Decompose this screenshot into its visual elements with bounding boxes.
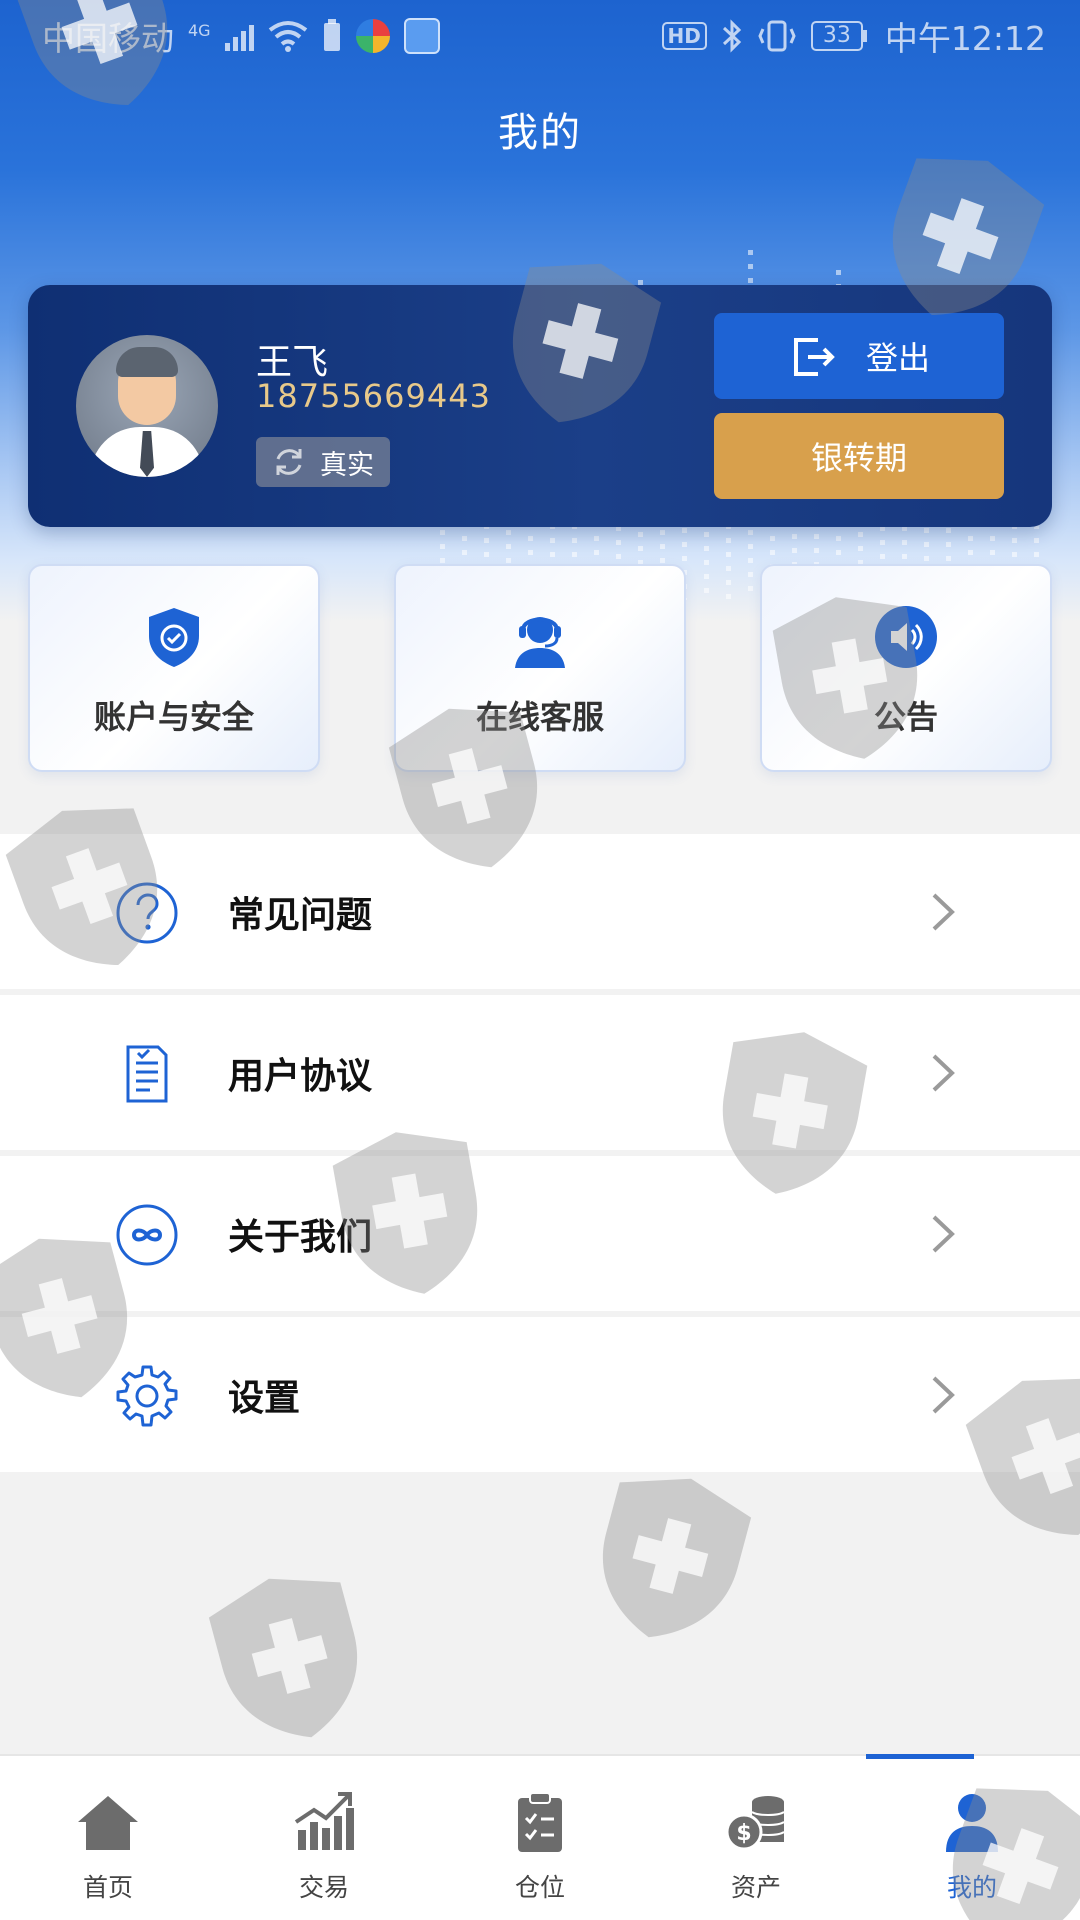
carrier-text: 中国移动 bbox=[42, 19, 174, 58]
chevron-right-icon bbox=[932, 1054, 955, 1091]
clock-text: 中午12:12 bbox=[884, 19, 1046, 58]
menu-list: 常见问题 用户协议 关于我们 设置 bbox=[0, 834, 1080, 1478]
app-notification-icon bbox=[355, 19, 390, 53]
profile-card: 王飞 18755669443 真实 登出 银转期 bbox=[28, 285, 1052, 527]
tab-label: 仓位 bbox=[514, 1873, 565, 1902]
question-icon bbox=[116, 882, 178, 944]
headset-icon bbox=[515, 617, 565, 668]
menu-item-about-us[interactable]: 关于我们 bbox=[0, 1156, 1080, 1311]
wifi-icon bbox=[268, 21, 307, 52]
tab-label: 首页 bbox=[82, 1873, 133, 1902]
menu-item-label: 设置 bbox=[228, 1377, 301, 1419]
refresh-icon bbox=[276, 449, 302, 475]
infinity-icon bbox=[116, 1204, 178, 1266]
menu-item-faq[interactable]: 常见问题 bbox=[0, 834, 1080, 989]
bank-transfer-label: 银转期 bbox=[810, 439, 907, 477]
chevron-right-icon bbox=[932, 1215, 955, 1252]
tab-label: 交易 bbox=[298, 1873, 349, 1902]
shield-check-icon bbox=[149, 608, 199, 667]
chevron-right-icon bbox=[932, 1376, 955, 1413]
status-right: HD 33 中午12:12 bbox=[661, 12, 1046, 60]
signal-icon bbox=[224, 21, 254, 51]
status-left: 中国移动 4G bbox=[42, 12, 440, 60]
network-type: 4G bbox=[188, 20, 211, 40]
gear-icon bbox=[116, 1365, 178, 1427]
user-icon bbox=[946, 1794, 998, 1852]
tile-account-security[interactable]: 账户与安全 bbox=[28, 564, 320, 772]
tile-label: 公告 bbox=[873, 698, 938, 736]
menu-item-label: 关于我们 bbox=[228, 1216, 373, 1258]
bluetooth-icon bbox=[722, 19, 742, 53]
user-phone: 18755669443 bbox=[256, 377, 491, 415]
document-icon bbox=[126, 1045, 168, 1103]
hd-icon: HD bbox=[661, 22, 707, 50]
tab-mine[interactable]: 我的 bbox=[864, 1754, 1080, 1920]
logout-icon bbox=[793, 338, 835, 376]
tab-label: 资产 bbox=[730, 1873, 781, 1902]
tab-trade[interactable]: 交易 bbox=[216, 1756, 432, 1920]
tile-label: 在线客服 bbox=[475, 698, 604, 736]
tab-home[interactable]: 首页 bbox=[0, 1756, 216, 1920]
tile-label: 账户与安全 bbox=[93, 698, 254, 736]
tab-label: 我的 bbox=[946, 1873, 997, 1902]
tab-assets[interactable]: $ 资产 bbox=[648, 1756, 864, 1920]
avatar[interactable] bbox=[76, 335, 218, 477]
logout-label: 登出 bbox=[865, 339, 930, 377]
coins-icon: $ bbox=[725, 1796, 785, 1851]
speaker-icon bbox=[875, 606, 937, 668]
menu-item-label: 常见问题 bbox=[228, 894, 373, 936]
watermark-shield-icon bbox=[208, 1578, 358, 1738]
chart-icon bbox=[294, 1792, 354, 1850]
menu-item-settings[interactable]: 设置 bbox=[0, 1317, 1080, 1472]
app-notification-icon-2 bbox=[403, 18, 440, 54]
page-title: 我的 bbox=[498, 110, 582, 156]
tab-position[interactable]: 仓位 bbox=[432, 1756, 648, 1920]
battery-icon: 33 bbox=[810, 21, 867, 51]
battery-alert-icon bbox=[323, 19, 340, 51]
vibrate-icon bbox=[758, 20, 796, 52]
chevron-right-icon bbox=[932, 893, 955, 930]
bank-transfer-button[interactable]: 银转期 bbox=[714, 413, 1004, 499]
verification-label: 真实 bbox=[320, 449, 374, 481]
tile-online-service[interactable]: 在线客服 bbox=[394, 564, 686, 772]
menu-item-label: 用户协议 bbox=[228, 1055, 373, 1097]
bottom-tab-bar: 首页 交易 仓位 $ 资产 我的 bbox=[0, 1754, 1080, 1920]
watermark-shield-icon bbox=[602, 1478, 752, 1638]
svg-text:$: $ bbox=[736, 1821, 751, 1846]
status-bar: 中国移动 4G HD 33 中午12:12 bbox=[0, 0, 1080, 72]
clipboard-icon bbox=[518, 1792, 562, 1852]
logout-button[interactable]: 登出 bbox=[714, 313, 1004, 399]
menu-item-user-agreement[interactable]: 用户协议 bbox=[0, 995, 1080, 1150]
home-icon bbox=[78, 1796, 138, 1850]
verification-badge[interactable]: 真实 bbox=[256, 437, 390, 487]
tile-announcement[interactable]: 公告 bbox=[760, 564, 1052, 772]
